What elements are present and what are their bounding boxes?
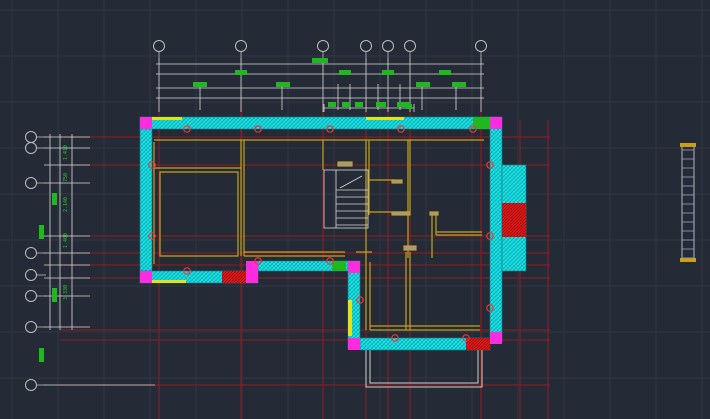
dimension-text-block bbox=[406, 104, 412, 109]
circle-icon bbox=[25, 321, 37, 333]
ladder-cap bbox=[680, 258, 696, 262]
circle-icon bbox=[25, 269, 37, 281]
circle-icon bbox=[25, 379, 37, 391]
square-icon bbox=[140, 271, 152, 283]
circle-icon bbox=[475, 40, 487, 52]
red-infill bbox=[502, 203, 526, 237]
dimension-lines bbox=[44, 58, 484, 386]
cad-floor-plan-canvas[interactable]: 1.410 750 2.140 1.400 3.330 bbox=[0, 0, 710, 419]
door-block bbox=[391, 211, 411, 216]
dimension-text-block bbox=[312, 58, 328, 63]
circle-icon bbox=[382, 40, 394, 52]
circle-icon bbox=[25, 177, 37, 189]
dimension-text-block bbox=[328, 102, 336, 107]
dimension-text-block bbox=[39, 225, 44, 239]
dim-label-2: 750 bbox=[63, 173, 69, 182]
red-infill bbox=[466, 338, 490, 350]
door-block bbox=[337, 161, 353, 167]
yellow-wall-piece bbox=[152, 117, 182, 120]
dimension-text-block bbox=[355, 102, 363, 107]
interior-wall-line bbox=[159, 171, 239, 257]
door-block bbox=[391, 179, 403, 184]
dimension-text-block bbox=[439, 70, 451, 75]
dimension-text-block bbox=[52, 193, 57, 205]
dimension-text-block bbox=[276, 82, 290, 87]
dimension-text-block bbox=[235, 70, 247, 75]
square-icon bbox=[490, 332, 502, 344]
green-wall-piece bbox=[332, 261, 346, 271]
wall-segment bbox=[139, 128, 153, 272]
yellow-wall-piece bbox=[348, 300, 352, 336]
dimension-text-block bbox=[416, 82, 430, 87]
square-icon bbox=[246, 271, 258, 283]
dimension-text-block bbox=[376, 102, 386, 107]
vertical-dimension-labels: 1.410 750 2.140 1.400 3.330 bbox=[63, 145, 69, 300]
dim-label-1: 1.410 bbox=[63, 145, 69, 160]
dimension-text-block bbox=[342, 102, 350, 107]
yellow-wall-piece bbox=[366, 117, 404, 120]
circle-icon bbox=[25, 290, 37, 302]
wall-segment bbox=[139, 116, 496, 130]
staircase bbox=[323, 169, 369, 229]
dimension-text-block bbox=[52, 288, 57, 302]
interior-walls bbox=[153, 139, 484, 331]
square-icon bbox=[348, 261, 360, 273]
square-icon bbox=[348, 338, 360, 350]
door-block bbox=[429, 211, 439, 216]
dim-label-4: 1.400 bbox=[63, 233, 69, 248]
circle-icon bbox=[317, 40, 329, 52]
red-infill bbox=[222, 271, 248, 283]
dim-label-5: 3.330 bbox=[63, 285, 69, 300]
circle-icon bbox=[235, 40, 247, 52]
dimension-text-blocks bbox=[39, 58, 466, 362]
square-icon bbox=[140, 117, 152, 129]
door-block bbox=[403, 245, 417, 251]
circle-icon bbox=[153, 40, 165, 52]
dim-label-3: 2.140 bbox=[63, 197, 69, 212]
exterior-walls bbox=[139, 116, 527, 351]
ladder-cap bbox=[680, 143, 696, 147]
background-grid bbox=[0, 0, 710, 419]
square-icon bbox=[490, 117, 502, 129]
dimension-text-block bbox=[193, 82, 207, 87]
dimension-text-block bbox=[39, 348, 44, 362]
circle-icon bbox=[404, 40, 416, 52]
axis-intersection-markers bbox=[148, 125, 494, 342]
side-elevation-ladder bbox=[680, 143, 696, 262]
yellow-wall-piece bbox=[152, 280, 186, 283]
wall-segment bbox=[489, 116, 503, 343]
circle-icon bbox=[25, 131, 37, 143]
lower-outline bbox=[365, 345, 483, 388]
dimension-text-block bbox=[339, 70, 351, 75]
circle-icon bbox=[25, 247, 37, 259]
dimension-text-block bbox=[452, 82, 466, 87]
dimension-text-block bbox=[382, 70, 394, 75]
circle-icon bbox=[360, 40, 372, 52]
